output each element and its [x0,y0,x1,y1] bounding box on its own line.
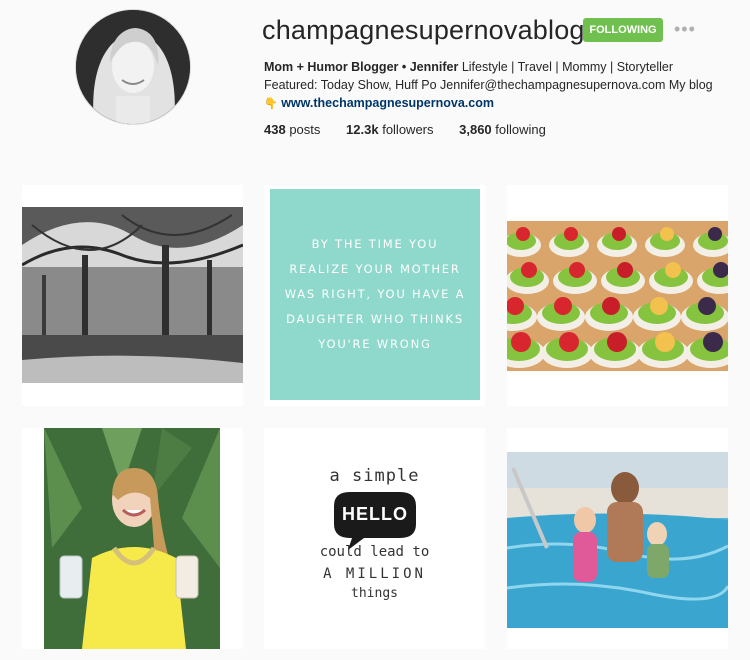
berry [554,297,572,315]
profile-bio: Mom + Humor Blogger • Jennifer Lifestyle… [264,58,734,113]
followers-stat[interactable]: 12.3k followers [346,122,433,137]
berry [617,262,633,278]
quote-text: BY THE TIME YOU REALIZE YOUR MOTHER WAS … [284,237,466,351]
berry [516,227,530,241]
pointing-down-icon: 👇 [264,98,278,110]
trees-photo [22,185,243,406]
berry [612,227,626,241]
more-options-icon[interactable]: ••• [674,20,696,38]
woman-photo [22,428,243,649]
berry [703,332,723,352]
profile-username: champagnesupernovablog [262,15,585,45]
berry [511,332,531,352]
berry [569,262,585,278]
berry [521,262,537,278]
hello-word: HELLO [342,504,408,524]
berry [607,332,627,352]
avatar-photo [76,10,190,124]
bio-line-2: Featured: Today Show, Huff Po Jennifer@t… [264,78,713,92]
website-link[interactable]: www.thechampagnesupernova.com [281,96,494,110]
pool-photo [507,428,728,649]
post-tile-pool[interactable] [507,428,728,649]
post-tile-hello[interactable]: a simple HELLO could lead to A MILLION t… [264,428,485,649]
berry [698,297,716,315]
post-tile-trees[interactable] [22,185,243,406]
profile-stats: 438 posts 12.3k followers 3,860 followin… [264,122,568,137]
profile-avatar[interactable] [75,9,191,125]
bio-tagline: Lifestyle | Travel | Mommy | Storyteller [458,60,673,74]
following-button[interactable]: FOLLOWING [583,18,663,42]
bio-line-1: Mom + Humor Blogger • Jennifer Lifestyle… [264,58,734,76]
hello-line-3: could lead to [319,544,430,560]
post-tile-quote[interactable]: BY THE TIME YOU REALIZE YOUR MOTHER WAS … [264,185,485,406]
speech-bubble-icon [334,492,416,550]
posts-stat: 438 posts [264,122,321,137]
hello-line-4: A MILLION [323,566,426,582]
berry [650,297,668,315]
post-tile-tarts[interactable] [507,185,728,406]
berry [708,227,722,241]
bio-line-3: 👇 www.thechampagnesupernova.com [264,94,734,113]
fruit-tarts-photo [507,185,728,406]
hello-line-5: things [351,586,398,601]
berry [665,262,681,278]
berry [655,332,675,352]
post-tile-woman[interactable] [22,428,243,649]
berry [564,227,578,241]
quote-card: BY THE TIME YOU REALIZE YOUR MOTHER WAS … [270,189,480,400]
berry [660,227,674,241]
berry [559,332,579,352]
following-stat[interactable]: 3,860 following [459,122,546,137]
bio-name: Mom + Humor Blogger • Jennifer [264,60,459,74]
berry [602,297,620,315]
